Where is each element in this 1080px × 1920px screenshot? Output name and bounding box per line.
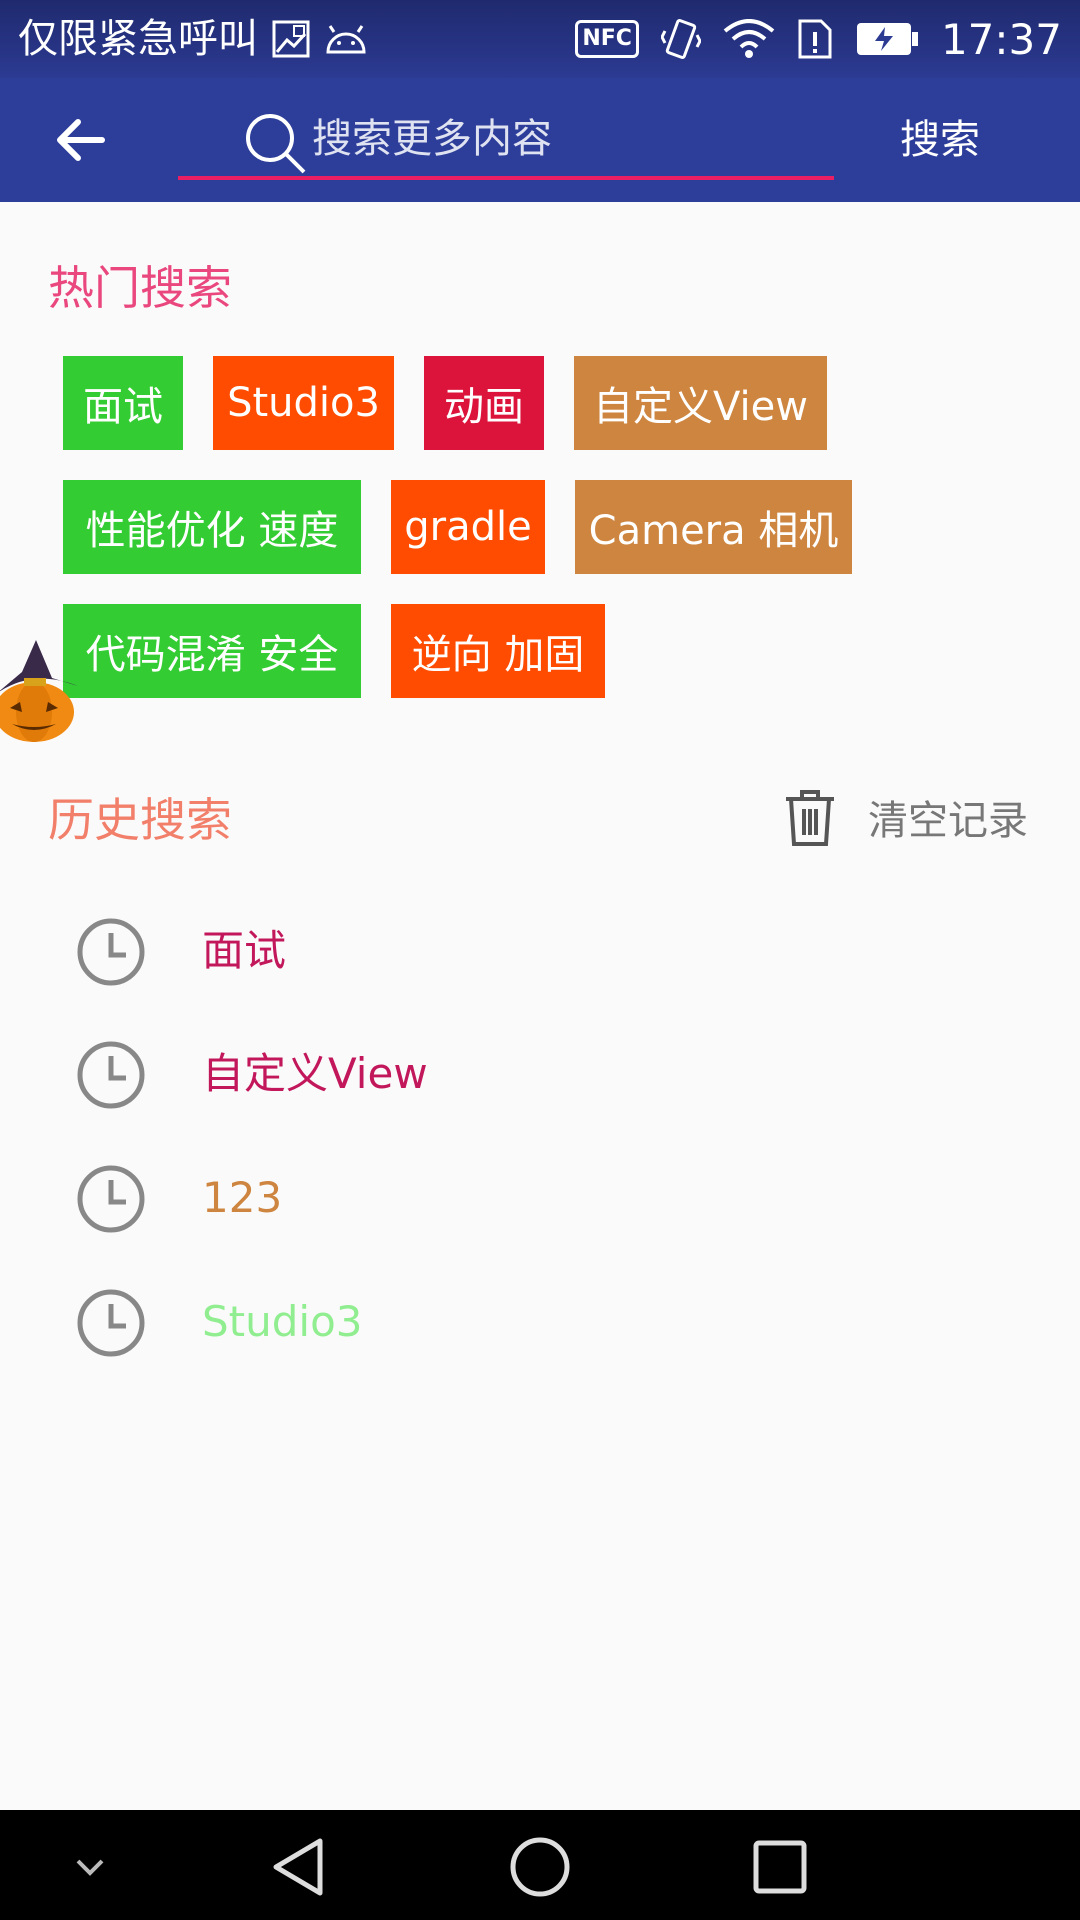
battery-charging-icon <box>855 20 919 58</box>
clock-time: 17:37 <box>940 14 1062 64</box>
hot-tag[interactable]: Camera 相机 <box>575 480 852 574</box>
back-triangle-icon[interactable] <box>268 1835 332 1899</box>
clock-icon <box>77 1041 145 1109</box>
search-input[interactable] <box>310 106 810 172</box>
clear-history-label: 清空记录 <box>868 798 1028 844</box>
hot-tag[interactable]: 动画 <box>424 356 544 450</box>
navigation-bar <box>0 1810 1080 1920</box>
history-title: 历史搜索 <box>48 793 232 847</box>
hot-tag[interactable]: 逆向 加固 <box>391 604 605 698</box>
arrow-left-icon <box>57 119 105 161</box>
chevron-down-icon[interactable] <box>58 1835 122 1899</box>
wifi-icon <box>723 19 775 59</box>
hot-tag[interactable]: 代码混淆 安全 <box>63 604 361 698</box>
home-circle-icon[interactable] <box>508 1835 572 1899</box>
android-icon <box>324 24 368 54</box>
history-item[interactable]: 123 <box>0 1144 1080 1254</box>
history-item[interactable]: 自定义View <box>0 1020 1080 1130</box>
clock-icon <box>77 918 145 986</box>
status-right: NFC 17:37 <box>575 0 1062 78</box>
vibrate-icon <box>660 17 701 61</box>
status-bar: 仅限紧急呼叫 NFC 17:37 <box>0 0 1080 78</box>
search-button[interactable]: 搜索 <box>900 108 980 172</box>
hot-tag[interactable]: 面试 <box>63 356 183 450</box>
history-item[interactable]: Studio3 <box>0 1268 1080 1378</box>
search-icon <box>246 114 306 174</box>
clock-icon <box>77 1289 145 1357</box>
recents-square-icon[interactable] <box>748 1835 812 1899</box>
clock-icon <box>77 1165 145 1233</box>
image-icon <box>272 20 310 58</box>
nfc-icon: NFC <box>575 20 639 58</box>
back-button[interactable] <box>40 104 120 176</box>
toolbar: 搜索 <box>0 78 1080 202</box>
sim-alert-icon <box>797 18 833 60</box>
hot-tag[interactable]: gradle <box>391 480 545 574</box>
clear-history-button[interactable]: 清空记录 <box>780 782 1028 852</box>
history-item[interactable]: 面试 <box>0 897 1080 1007</box>
status-left: 仅限紧急呼叫 <box>18 0 368 78</box>
trash-icon <box>786 790 834 846</box>
search-box[interactable] <box>178 98 834 180</box>
history-item-label: Studio3 <box>202 1297 363 1346</box>
hot-tag[interactable]: 性能优化 速度 <box>63 480 361 574</box>
history-item-label: 123 <box>202 1173 283 1222</box>
hot-tag[interactable]: 自定义View <box>574 356 827 450</box>
carrier-text: 仅限紧急呼叫 <box>18 16 258 62</box>
hot-tag[interactable]: Studio3 <box>213 356 394 450</box>
hot-search-title: 热门搜索 <box>48 261 232 315</box>
history-item-label: 自定义View <box>202 1049 428 1098</box>
history-item-label: 面试 <box>202 926 287 975</box>
pumpkin-icon <box>0 640 78 742</box>
